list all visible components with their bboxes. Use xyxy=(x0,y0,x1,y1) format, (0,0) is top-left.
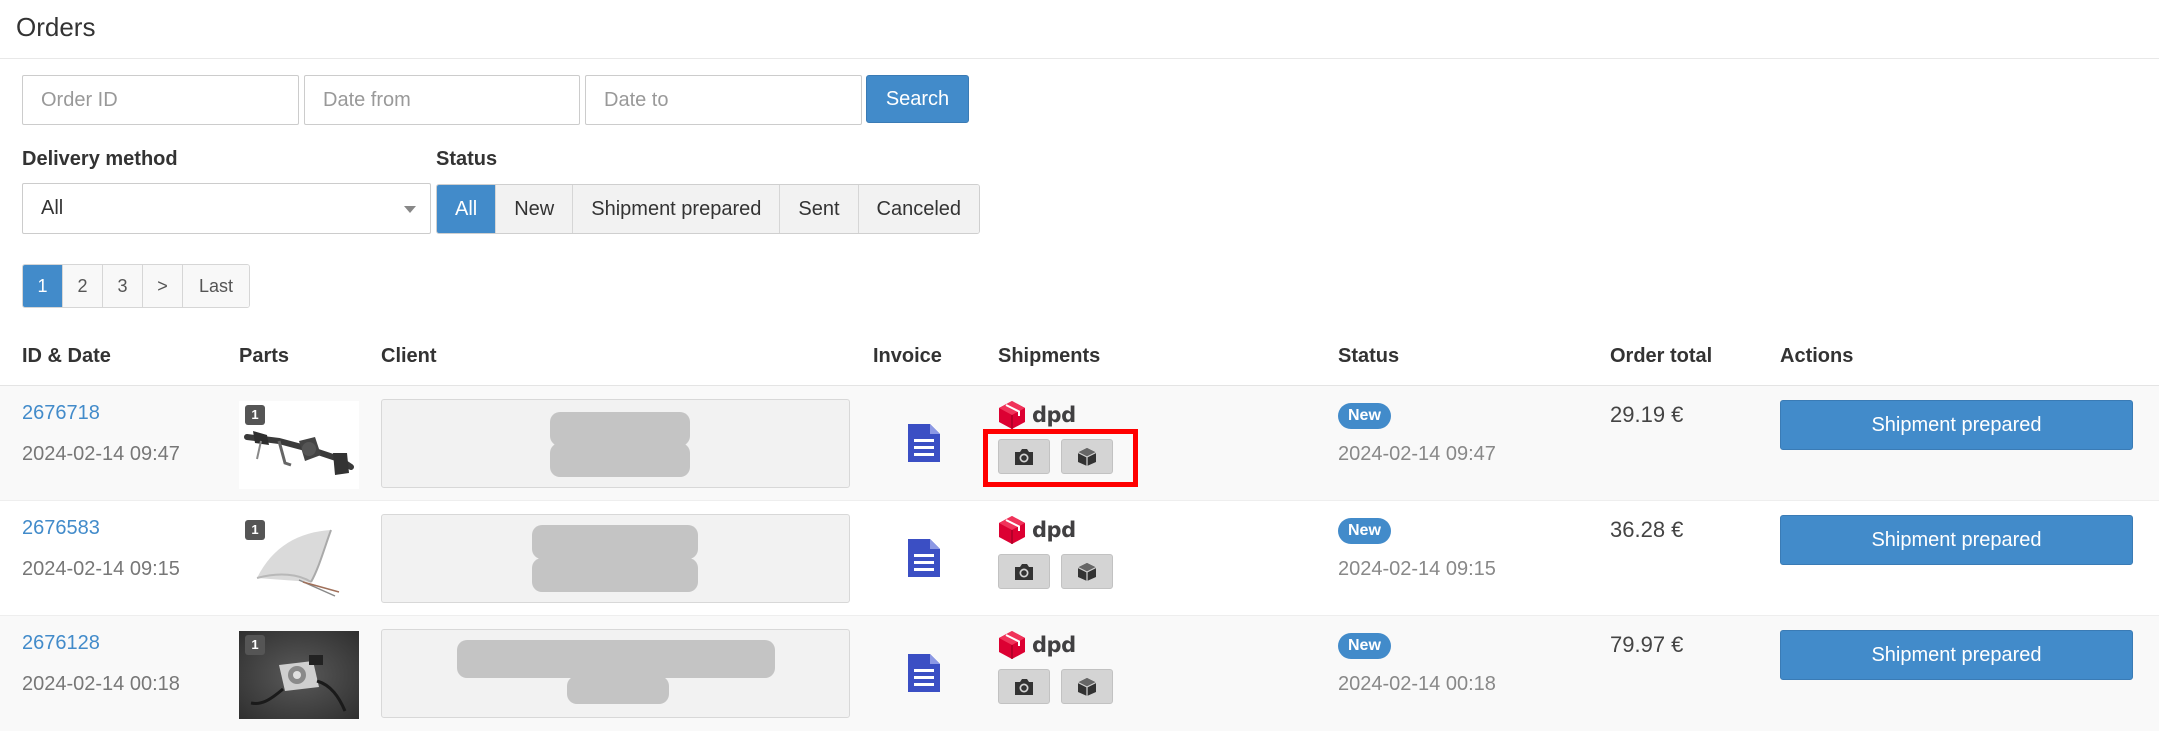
part-thumbnail[interactable]: 1 xyxy=(239,631,359,719)
status-badge: New xyxy=(1338,518,1391,544)
order-total: 36.28 € xyxy=(1610,517,1684,542)
status-date: 2024-02-14 09:15 xyxy=(1338,558,1496,580)
carrier-name: dpd xyxy=(1032,518,1076,542)
table-row: 2676128 2024-02-14 00:18 1 dpd New 2024-… xyxy=(0,616,2159,731)
photo-button[interactable] xyxy=(998,439,1050,474)
column-header-order-total: Order total xyxy=(1610,345,1713,367)
status-label: Status xyxy=(436,148,498,170)
shipment-prepared-button[interactable]: Shipment prepared xyxy=(1780,515,2133,565)
page-2-button[interactable]: 2 xyxy=(63,265,103,307)
column-header-parts: Parts xyxy=(239,345,290,367)
photo-button[interactable] xyxy=(998,554,1050,589)
carrier-logo: dpd xyxy=(998,630,1076,660)
part-thumbnail[interactable]: 1 xyxy=(239,401,359,489)
package-button[interactable] xyxy=(1061,439,1113,474)
status-badge: New xyxy=(1338,403,1391,429)
status-filter-group: All New Shipment prepared Sent Canceled xyxy=(436,184,981,234)
page-3-button[interactable]: 3 xyxy=(103,265,143,307)
status-date: 2024-02-14 09:47 xyxy=(1338,443,1496,465)
page-header: Orders xyxy=(0,0,2159,59)
carrier-logo: dpd xyxy=(998,515,1076,545)
carrier-name: dpd xyxy=(1032,633,1076,657)
order-total: 79.97 € xyxy=(1610,632,1684,657)
order-id-link[interactable]: 2676718 xyxy=(22,402,100,425)
order-date: 2024-02-14 09:15 xyxy=(22,558,180,580)
status-filter-sent[interactable]: Sent xyxy=(780,185,859,233)
page-1-button[interactable]: 1 xyxy=(23,265,63,307)
camera-icon xyxy=(1015,563,1033,580)
column-header-id-date: ID & Date xyxy=(22,345,111,367)
table-row: 2676718 2024-02-14 09:47 1 dpd New 2024-… xyxy=(0,386,2159,501)
document-icon[interactable] xyxy=(906,537,942,584)
column-header-status: Status xyxy=(1338,345,1400,367)
redacted-text xyxy=(532,558,698,592)
photo-button[interactable] xyxy=(998,669,1050,704)
package-button[interactable] xyxy=(1061,669,1113,704)
order-total: 29.19 € xyxy=(1610,402,1684,427)
column-header-shipments: Shipments xyxy=(998,345,1101,367)
package-button[interactable] xyxy=(1061,554,1113,589)
redacted-text xyxy=(567,676,669,704)
status-filter-canceled[interactable]: Canceled xyxy=(858,185,980,233)
client-info-redacted xyxy=(381,629,850,718)
dpd-cube-icon xyxy=(999,631,1025,659)
page-title: Orders xyxy=(16,12,96,42)
dpd-cube-icon xyxy=(999,516,1025,544)
status-filter-all[interactable]: All xyxy=(437,185,497,233)
date-from-input[interactable] xyxy=(304,75,580,125)
search-button[interactable]: Search xyxy=(866,75,969,123)
order-date: 2024-02-14 00:18 xyxy=(22,673,180,695)
client-info-redacted xyxy=(381,514,850,603)
shipment-prepared-button[interactable]: Shipment prepared xyxy=(1780,400,2133,450)
delivery-method-value: All xyxy=(41,197,64,219)
redacted-text xyxy=(457,640,775,678)
carrier-logo: dpd xyxy=(998,400,1076,430)
caret-down-icon xyxy=(404,206,416,213)
package-icon xyxy=(1077,447,1097,466)
part-thumbnail[interactable]: 1 xyxy=(239,516,359,604)
delivery-method-select[interactable]: All xyxy=(22,183,431,234)
camera-icon xyxy=(1015,448,1033,465)
redacted-text xyxy=(532,525,698,559)
dpd-cube-icon xyxy=(999,401,1025,429)
order-id-link[interactable]: 2676128 xyxy=(22,632,100,655)
quantity-badge: 1 xyxy=(245,635,265,655)
document-icon[interactable] xyxy=(906,652,942,699)
date-to-input[interactable] xyxy=(585,75,862,125)
status-date: 2024-02-14 00:18 xyxy=(1338,673,1496,695)
camera-icon xyxy=(1015,678,1033,695)
pagination: 1 2 3 > Last xyxy=(22,264,251,308)
table-row: 2676583 2024-02-14 09:15 1 dpd New 2024-… xyxy=(0,501,2159,616)
package-icon xyxy=(1077,562,1097,581)
status-badge: New xyxy=(1338,633,1391,659)
delivery-method-label: Delivery method xyxy=(22,148,178,170)
client-info-redacted xyxy=(381,399,850,488)
page-next-button[interactable]: > xyxy=(143,265,183,307)
order-id-link[interactable]: 2676583 xyxy=(22,517,100,540)
column-header-actions: Actions xyxy=(1780,345,1854,367)
page-last-button[interactable]: Last xyxy=(183,265,250,307)
carrier-name: dpd xyxy=(1032,403,1076,427)
column-header-client: Client xyxy=(381,345,437,367)
column-header-invoice: Invoice xyxy=(873,345,942,367)
quantity-badge: 1 xyxy=(245,405,265,425)
status-filter-new[interactable]: New xyxy=(496,185,574,233)
order-id-input[interactable] xyxy=(22,75,299,125)
redacted-text xyxy=(550,443,690,477)
order-date: 2024-02-14 09:47 xyxy=(22,443,180,465)
quantity-badge: 1 xyxy=(245,520,265,540)
document-icon[interactable] xyxy=(906,422,942,469)
package-icon xyxy=(1077,677,1097,696)
status-filter-shipment-prepared[interactable]: Shipment prepared xyxy=(573,185,781,233)
shipment-prepared-button[interactable]: Shipment prepared xyxy=(1780,630,2133,680)
orders-page: Orders Search Delivery method All Status… xyxy=(0,0,2159,738)
redacted-text xyxy=(550,412,690,446)
